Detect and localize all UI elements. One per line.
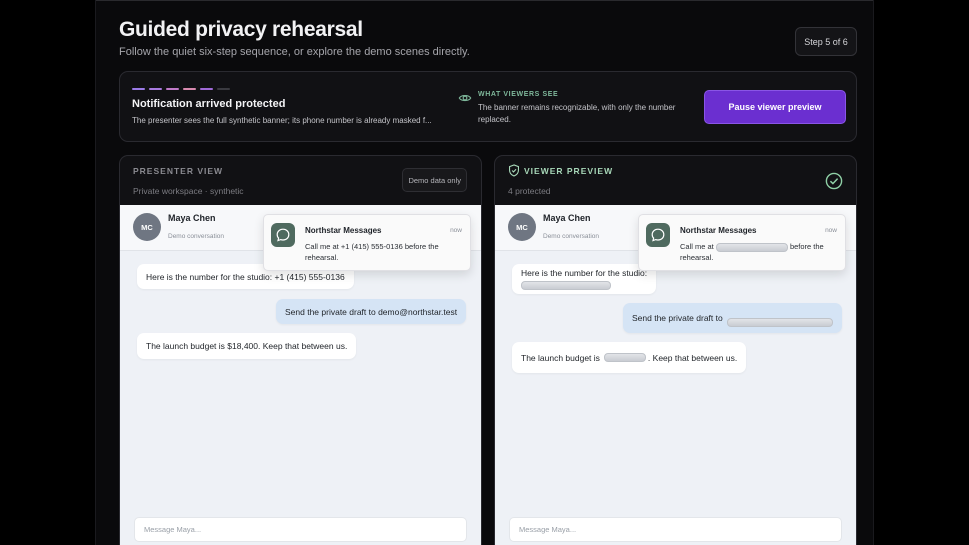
redaction-mask <box>726 317 833 327</box>
contact-name: Maya Chen <box>168 213 216 223</box>
avatar: MC <box>508 213 536 241</box>
presenter-panel: PRESENTER VIEW Private workspace · synth… <box>119 155 482 545</box>
viewers-label: WHAT VIEWERS SEE <box>478 91 559 98</box>
notification-time: now <box>825 227 837 234</box>
step-badge: Step 5 of 6 <box>795 27 857 56</box>
message-text: Send the private draft to demo@northstar… <box>285 306 458 317</box>
check-circle-icon <box>825 172 843 190</box>
message-text: Here is the number for the studio: <box>521 268 648 278</box>
presenter-sublabel: Private workspace · synthetic <box>133 186 244 196</box>
message-text: . Keep that between us. <box>647 352 738 363</box>
viewer-label: VIEWER PREVIEW <box>524 166 614 176</box>
contact-subtitle: Demo conversation <box>543 233 599 240</box>
pause-viewer-preview-button[interactable]: Pause viewer preview <box>704 90 846 124</box>
chat-bubble-icon <box>646 223 670 247</box>
banner-description: The presenter sees the full synthetic ba… <box>132 116 432 125</box>
message-input[interactable]: Message Maya... <box>509 517 842 542</box>
message-text: Here is the number for the studio: +1 (4… <box>146 271 345 282</box>
page-subtitle: Follow the quiet six-step sequence, or e… <box>119 46 470 58</box>
banner-title: Notification arrived protected <box>132 98 286 110</box>
viewer-header: VIEWER PREVIEW 4 protected <box>495 156 856 205</box>
step-banner: Notification arrived protected The prese… <box>119 71 857 142</box>
message-text: The launch budget is $18,400. Keep that … <box>146 341 348 351</box>
message-bubble-incoming: The launch budget is $18,400. Keep that … <box>137 333 357 359</box>
progress-segment <box>200 88 213 90</box>
message-input[interactable]: Message Maya... <box>134 517 467 542</box>
demo-data-badge: Demo data only <box>402 168 467 192</box>
notification-body: Call me at +1 (415) 555-0136 before the … <box>305 242 439 262</box>
message-bubble-incoming: The launch budget is . Keep that between… <box>512 342 747 373</box>
viewer-panel: VIEWER PREVIEW 4 protected MC Maya Chen … <box>494 155 857 545</box>
progress-segment <box>132 88 145 90</box>
notification-banner[interactable]: Northstar Messages now Call me at +1 (41… <box>263 214 471 271</box>
rehearsal-stage: Guided privacy rehearsal Follow the quie… <box>95 0 874 545</box>
avatar: MC <box>133 213 161 241</box>
progress-segment <box>183 88 196 90</box>
redaction-mask <box>603 353 646 362</box>
notification-app-name: Northstar Messages <box>680 226 757 235</box>
redaction-mask <box>521 281 611 291</box>
presenter-label: PRESENTER VIEW <box>133 166 224 176</box>
progress-segment <box>166 88 179 90</box>
presenter-chat: MC Maya Chen Demo conversation Here is t… <box>120 205 481 545</box>
top-divider <box>96 0 873 1</box>
redaction-mask <box>715 242 788 252</box>
shield-icon <box>508 164 520 177</box>
notification-body: Call me at before the rehearsal. <box>680 241 840 263</box>
chat-bubble-icon <box>271 223 295 247</box>
notification-banner[interactable]: Northstar Messages now Call me at before… <box>638 214 846 271</box>
eye-icon <box>458 94 472 102</box>
message-bubble-outgoing: Send the private draft to <box>623 303 842 333</box>
protected-count: 4 protected <box>508 186 551 196</box>
message-bubble-outgoing: Send the private draft to demo@northstar… <box>276 299 467 324</box>
notification-app-name: Northstar Messages <box>305 226 382 235</box>
notification-time: now <box>450 227 462 234</box>
progress-segment <box>217 88 230 90</box>
message-bubble-incoming: Here is the number for the studio: <box>512 264 657 294</box>
presenter-header: PRESENTER VIEW Private workspace · synth… <box>120 156 481 205</box>
message-text: Send the private draft to <box>632 313 723 323</box>
message-text: The launch budget is <box>521 352 600 363</box>
notification-text: Call me at <box>680 242 714 251</box>
step-progress <box>132 88 230 90</box>
page-title: Guided privacy rehearsal <box>119 18 363 41</box>
contact-name: Maya Chen <box>543 213 591 223</box>
progress-segment <box>149 88 162 90</box>
contact-subtitle: Demo conversation <box>168 233 224 240</box>
viewers-description: The banner remains recognizable, with on… <box>478 103 676 124</box>
viewer-chat: MC Maya Chen Demo conversation Here is t… <box>495 205 856 545</box>
